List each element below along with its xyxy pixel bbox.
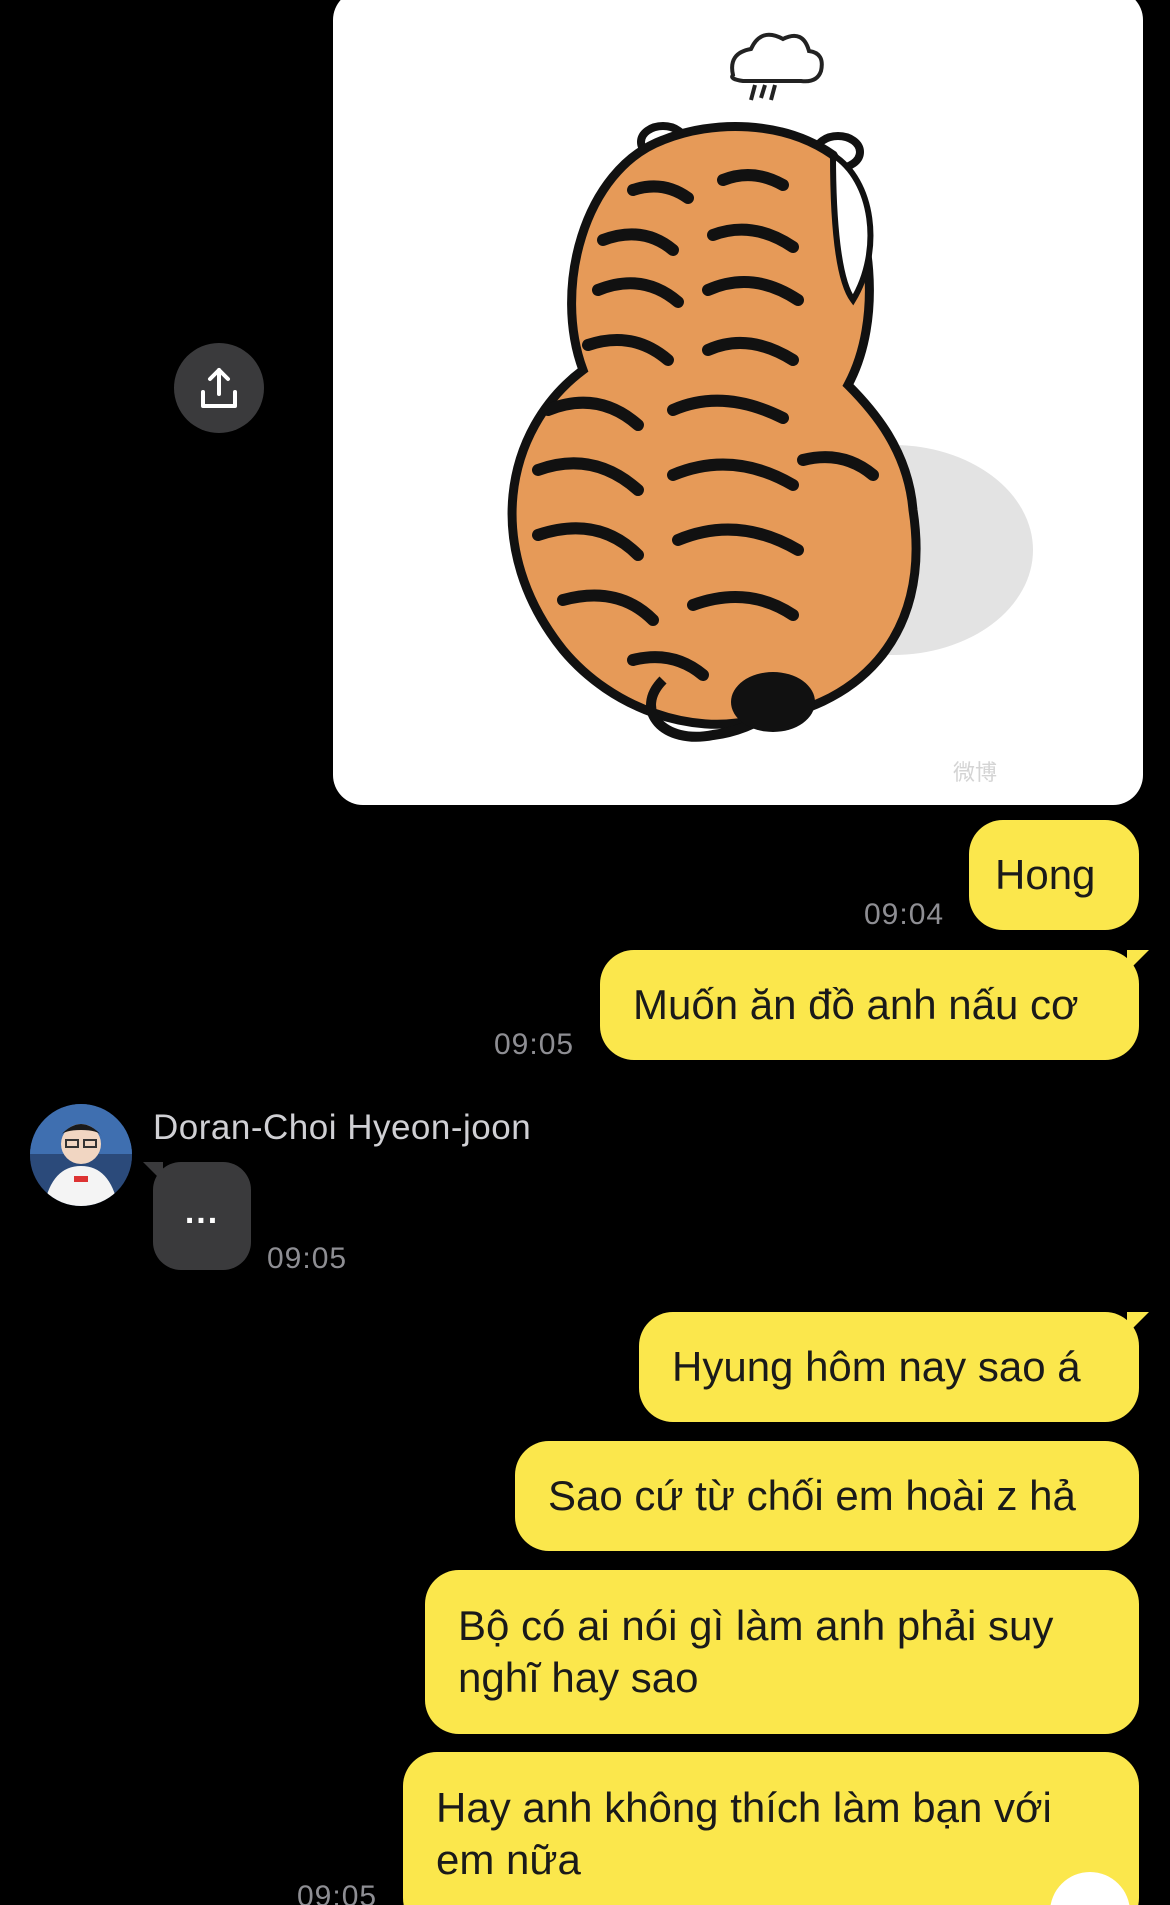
message-timestamp: 09:04 xyxy=(864,898,945,931)
sender-name: Doran-Choi Hyeon-joon xyxy=(153,1108,532,1147)
message-timestamp: 09:05 xyxy=(494,1028,575,1061)
message-text: Sao cứ từ chối em hoài z hả xyxy=(548,1472,1076,1519)
message-text: Muốn ăn đồ anh nấu cơ xyxy=(633,981,1079,1028)
message-bubble-outgoing[interactable]: Hong xyxy=(969,820,1139,930)
tiger-illustration: 微博 xyxy=(507,32,1033,786)
typing-indicator-bubble: ... xyxy=(143,1162,251,1270)
message-bubble-outgoing[interactable]: Hyung hôm nay sao á xyxy=(639,1312,1149,1422)
share-upload-icon xyxy=(201,368,237,408)
sender-avatar[interactable] xyxy=(30,1104,132,1206)
message-timestamp: 09:05 xyxy=(297,1880,378,1905)
message-text: Hay anh không thích làm bạn với em nữa xyxy=(436,1784,1052,1883)
message-text: Bộ có ai nói gì làm anh phải suy nghĩ ha… xyxy=(458,1602,1054,1701)
message-timestamp: 09:05 xyxy=(267,1242,348,1275)
share-button[interactable] xyxy=(174,343,264,433)
image-watermark: 微博 xyxy=(953,761,997,786)
message-text: Hyung hôm nay sao á xyxy=(672,1343,1081,1390)
avatar-photo xyxy=(30,1104,132,1206)
message-bubble-outgoing[interactable]: Sao cứ từ chối em hoài z hả xyxy=(515,1441,1139,1551)
message-text: Hong xyxy=(995,851,1096,898)
message-bubble-outgoing[interactable]: Hay anh không thích làm bạn với em nữa xyxy=(403,1752,1139,1905)
typing-dots: ... xyxy=(184,1192,220,1231)
message-bubble-outgoing[interactable]: Bộ có ai nói gì làm anh phải suy nghĩ ha… xyxy=(425,1570,1139,1734)
chat-screen: 微博 Hong 09:04 Muốn ăn đồ anh nấu cơ 09:0… xyxy=(0,0,1170,1905)
message-bubble-outgoing[interactable]: Muốn ăn đồ anh nấu cơ xyxy=(600,950,1149,1060)
image-message-tiger[interactable]: 微博 xyxy=(333,0,1143,805)
